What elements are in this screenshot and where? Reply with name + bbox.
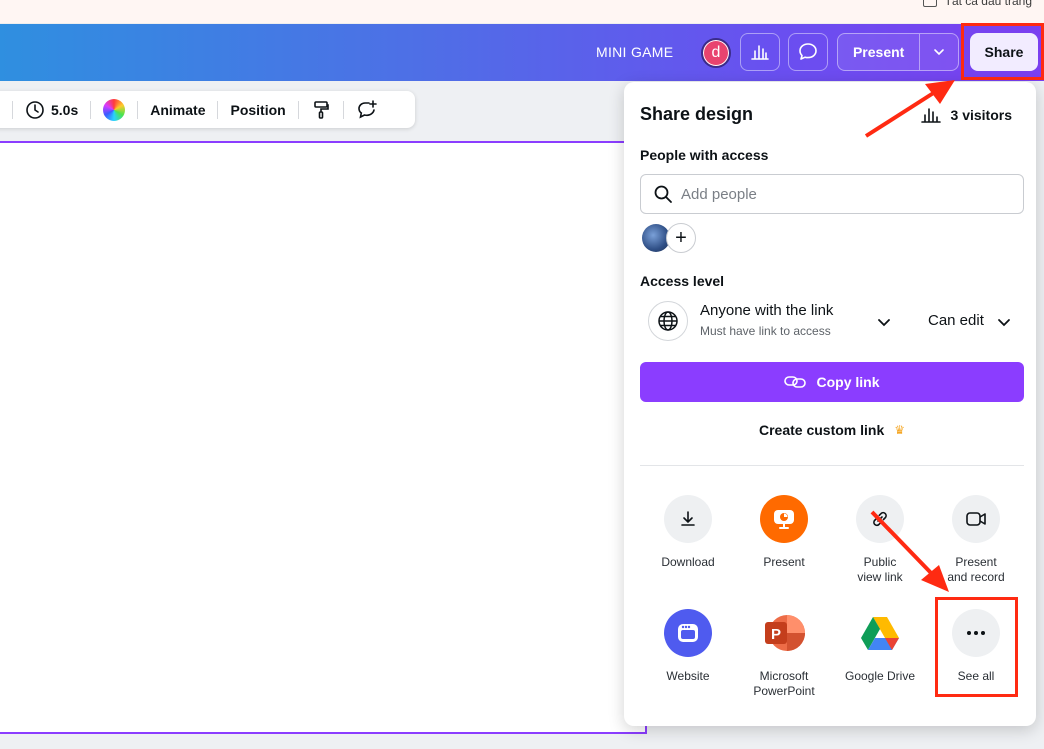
website-option[interactable]: Website bbox=[640, 609, 736, 684]
copy-link-label: Copy link bbox=[816, 374, 880, 390]
option-label: Public view link bbox=[832, 555, 928, 585]
option-label: Microsoft PowerPoint bbox=[736, 669, 832, 699]
option-label-line1: Public bbox=[863, 555, 897, 569]
download-option[interactable]: Download bbox=[640, 495, 736, 570]
duration-label: 5.0s bbox=[51, 101, 79, 118]
chevron-down-icon bbox=[878, 319, 890, 327]
chevron-down-icon bbox=[998, 319, 1010, 327]
top-app-bar: MINI GAME d Present bbox=[0, 24, 1044, 81]
search-icon bbox=[654, 185, 672, 203]
share-highlight-box bbox=[961, 23, 1044, 80]
share-panel-title: Share design bbox=[640, 104, 754, 124]
animate-button[interactable]: Animate bbox=[138, 102, 217, 118]
permission-select[interactable]: Can edit bbox=[928, 312, 984, 329]
color-wheel-icon bbox=[103, 98, 126, 121]
context-toolbar: 5.0s Animate Position bbox=[0, 91, 415, 128]
option-label-line2: and record bbox=[947, 570, 1005, 584]
add-comment-button[interactable] bbox=[344, 99, 390, 121]
option-label: Google Drive bbox=[844, 669, 916, 683]
option-label-line1: Microsoft bbox=[759, 669, 809, 683]
folder-icon bbox=[922, 0, 937, 7]
visitors-count: 3 visitors bbox=[950, 107, 1012, 123]
crown-icon: ♛ bbox=[894, 423, 906, 437]
see-all-highlight-box bbox=[935, 597, 1018, 697]
option-label-line2: view link bbox=[857, 570, 903, 584]
google-drive-icon bbox=[856, 609, 904, 657]
bar-chart-icon bbox=[920, 108, 941, 123]
avatar[interactable]: d bbox=[701, 38, 731, 68]
option-label: Present bbox=[763, 555, 805, 569]
present-button[interactable]: Present bbox=[838, 34, 921, 70]
access-level-value[interactable]: Anyone with the link bbox=[700, 302, 833, 319]
public-view-link-option[interactable]: Public view link bbox=[832, 495, 928, 585]
video-icon bbox=[952, 495, 1000, 543]
option-label: Download bbox=[661, 555, 715, 569]
copy-style-button[interactable] bbox=[299, 100, 343, 120]
divider bbox=[640, 465, 1024, 466]
insights-button[interactable] bbox=[740, 33, 780, 71]
option-label-line2: PowerPoint bbox=[753, 684, 815, 698]
clock-icon bbox=[26, 100, 44, 119]
copy-link-button[interactable]: Copy link bbox=[640, 362, 1024, 402]
link-icon bbox=[856, 495, 904, 543]
svg-text:P: P bbox=[771, 626, 781, 643]
create-custom-link-button[interactable]: Create custom link ♛ bbox=[640, 420, 1024, 440]
globe-icon bbox=[648, 301, 688, 341]
comment-icon bbox=[799, 43, 817, 60]
present-dropdown[interactable] bbox=[920, 45, 958, 59]
access-level-description: Must have link to access bbox=[700, 324, 831, 338]
link-icon bbox=[784, 376, 807, 388]
bookmarks-bar: Tất cả dấu trang bbox=[0, 0, 1044, 24]
present-icon bbox=[760, 495, 808, 543]
bookmark-all[interactable]: Tất cả dấu trang bbox=[922, 0, 1032, 8]
bookmark-label: Tất cả dấu trang bbox=[944, 0, 1032, 8]
permission-dropdown[interactable] bbox=[996, 314, 1012, 335]
plus-icon: + bbox=[675, 226, 687, 249]
chevron-down-icon bbox=[934, 49, 944, 56]
google-drive-option[interactable]: Google Drive bbox=[832, 609, 928, 684]
bar-chart-icon bbox=[751, 45, 769, 60]
add-user-button[interactable]: + bbox=[666, 223, 696, 253]
people-access-label: People with access bbox=[640, 147, 769, 163]
option-label: Present and record bbox=[928, 555, 1024, 585]
present-button-group: Present bbox=[837, 33, 959, 71]
access-level-label: Access level bbox=[640, 273, 725, 289]
color-button[interactable] bbox=[91, 98, 137, 121]
duration-button[interactable]: 5.0s bbox=[13, 100, 90, 120]
powerpoint-option[interactable]: P Microsoft PowerPoint bbox=[736, 609, 832, 699]
visitors-button[interactable]: 3 visitors bbox=[920, 106, 1012, 124]
option-label: Website bbox=[666, 669, 710, 683]
download-icon bbox=[664, 495, 712, 543]
position-button[interactable]: Position bbox=[218, 102, 297, 118]
add-comment-icon bbox=[357, 99, 377, 118]
access-level-dropdown[interactable] bbox=[876, 314, 892, 335]
paint-roller-icon bbox=[313, 100, 329, 119]
powerpoint-icon: P bbox=[760, 609, 808, 657]
add-people-field[interactable] bbox=[640, 174, 1024, 214]
design-canvas[interactable] bbox=[0, 141, 647, 734]
custom-link-label: Create custom link bbox=[758, 422, 885, 438]
option-label-line1: Present bbox=[955, 555, 997, 569]
present-option[interactable]: Present bbox=[736, 495, 832, 570]
present-and-record-option[interactable]: Present and record bbox=[928, 495, 1024, 585]
project-title[interactable]: MINI GAME bbox=[596, 44, 673, 60]
add-people-input[interactable] bbox=[681, 185, 1001, 203]
website-icon bbox=[664, 609, 712, 657]
comments-button[interactable] bbox=[788, 33, 828, 71]
